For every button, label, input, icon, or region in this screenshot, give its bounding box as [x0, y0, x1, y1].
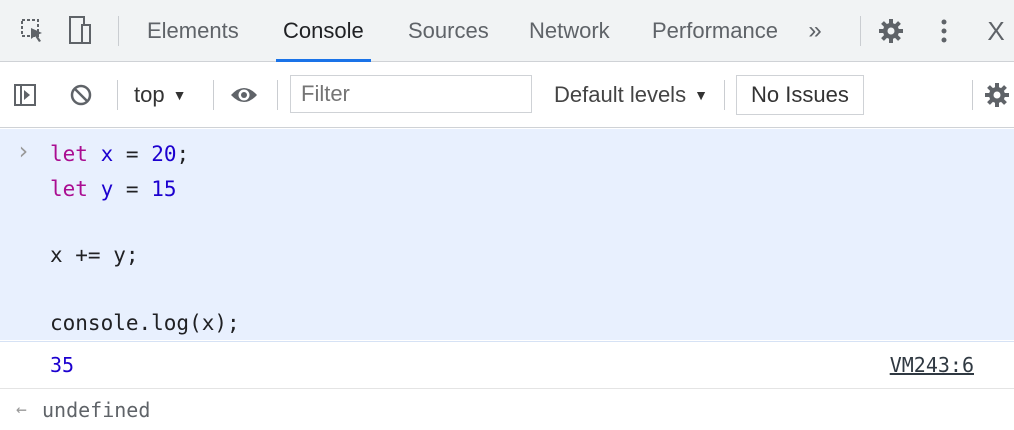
context-label: top [134, 82, 165, 107]
more-options-icon[interactable] [932, 14, 956, 48]
divider [277, 80, 278, 110]
console-result-message: ← undefined [0, 389, 1014, 430]
console-input-entry[interactable]: › let x = 20; let y = 15 x += y; console… [0, 129, 1014, 340]
filter-input[interactable] [290, 75, 532, 113]
code-variable: x [100, 142, 114, 166]
more-tabs-label: » [808, 17, 822, 44]
close-icon[interactable]: X [982, 14, 1010, 48]
device-toolbar-icon[interactable] [64, 14, 94, 48]
tab-label: Performance [652, 18, 778, 43]
code-keyword: let [50, 177, 88, 201]
tab-network[interactable]: Network [514, 0, 625, 62]
code-variable: y [100, 177, 114, 201]
code-operator: = [125, 142, 139, 166]
log-levels-dropdown[interactable]: Default levels ▼ [554, 80, 708, 110]
devtools-tabbar: Elements Console Sources Network Perform… [0, 0, 1014, 62]
context-selector[interactable]: top ▼ [134, 80, 186, 110]
prompt-chevron-icon: › [16, 137, 31, 165]
tab-label: Elements [147, 18, 239, 43]
tab-performance[interactable]: Performance [637, 0, 793, 62]
code-number: 15 [151, 177, 177, 201]
divider [860, 16, 861, 46]
log-levels-label: Default levels [554, 82, 687, 107]
issues-label: No Issues [751, 82, 849, 107]
source-link[interactable]: VM243:6 [890, 353, 974, 377]
tab-label: Console [283, 18, 364, 43]
close-label: X [987, 15, 1005, 46]
code-line: console.log(x); [50, 311, 240, 335]
dropdown-arrow-icon: ▼ [694, 87, 708, 103]
inspect-element-icon[interactable] [18, 16, 48, 46]
code-line: let y = 15 [50, 177, 177, 201]
issues-button[interactable]: No Issues [736, 75, 864, 115]
console-toolbar: top ▼ Default levels ▼ No Issues [0, 62, 1014, 128]
tab-elements[interactable]: Elements [132, 0, 254, 62]
divider [972, 80, 973, 110]
settings-gear-icon[interactable] [874, 14, 908, 48]
log-value: 35 [50, 353, 75, 377]
code-line: x += y; [50, 243, 139, 267]
tab-label: Network [529, 18, 610, 43]
result-arrow-icon: ← [16, 399, 27, 420]
live-expression-eye-icon[interactable] [228, 82, 260, 108]
divider [117, 80, 118, 110]
dropdown-arrow-icon: ▼ [172, 87, 187, 103]
divider [118, 16, 119, 46]
clear-console-icon[interactable] [68, 82, 94, 108]
console-log-message: 35 VM243:6 [0, 341, 1014, 389]
code-punct: ; [176, 142, 190, 166]
sidebar-toggle-icon[interactable] [12, 82, 38, 108]
tab-sources[interactable]: Sources [393, 0, 504, 62]
code-operator: = [125, 177, 139, 201]
code-number: 20 [151, 142, 177, 166]
more-tabs-button[interactable]: » [800, 14, 830, 48]
divider [724, 80, 725, 110]
result-value: undefined [42, 398, 151, 422]
code-keyword: let [50, 142, 88, 166]
code-line: let x = 20; [50, 142, 189, 166]
divider [213, 80, 214, 110]
console-settings-gear-icon[interactable] [982, 80, 1012, 110]
tab-label: Sources [408, 18, 489, 43]
tab-console[interactable]: Console [268, 0, 379, 62]
